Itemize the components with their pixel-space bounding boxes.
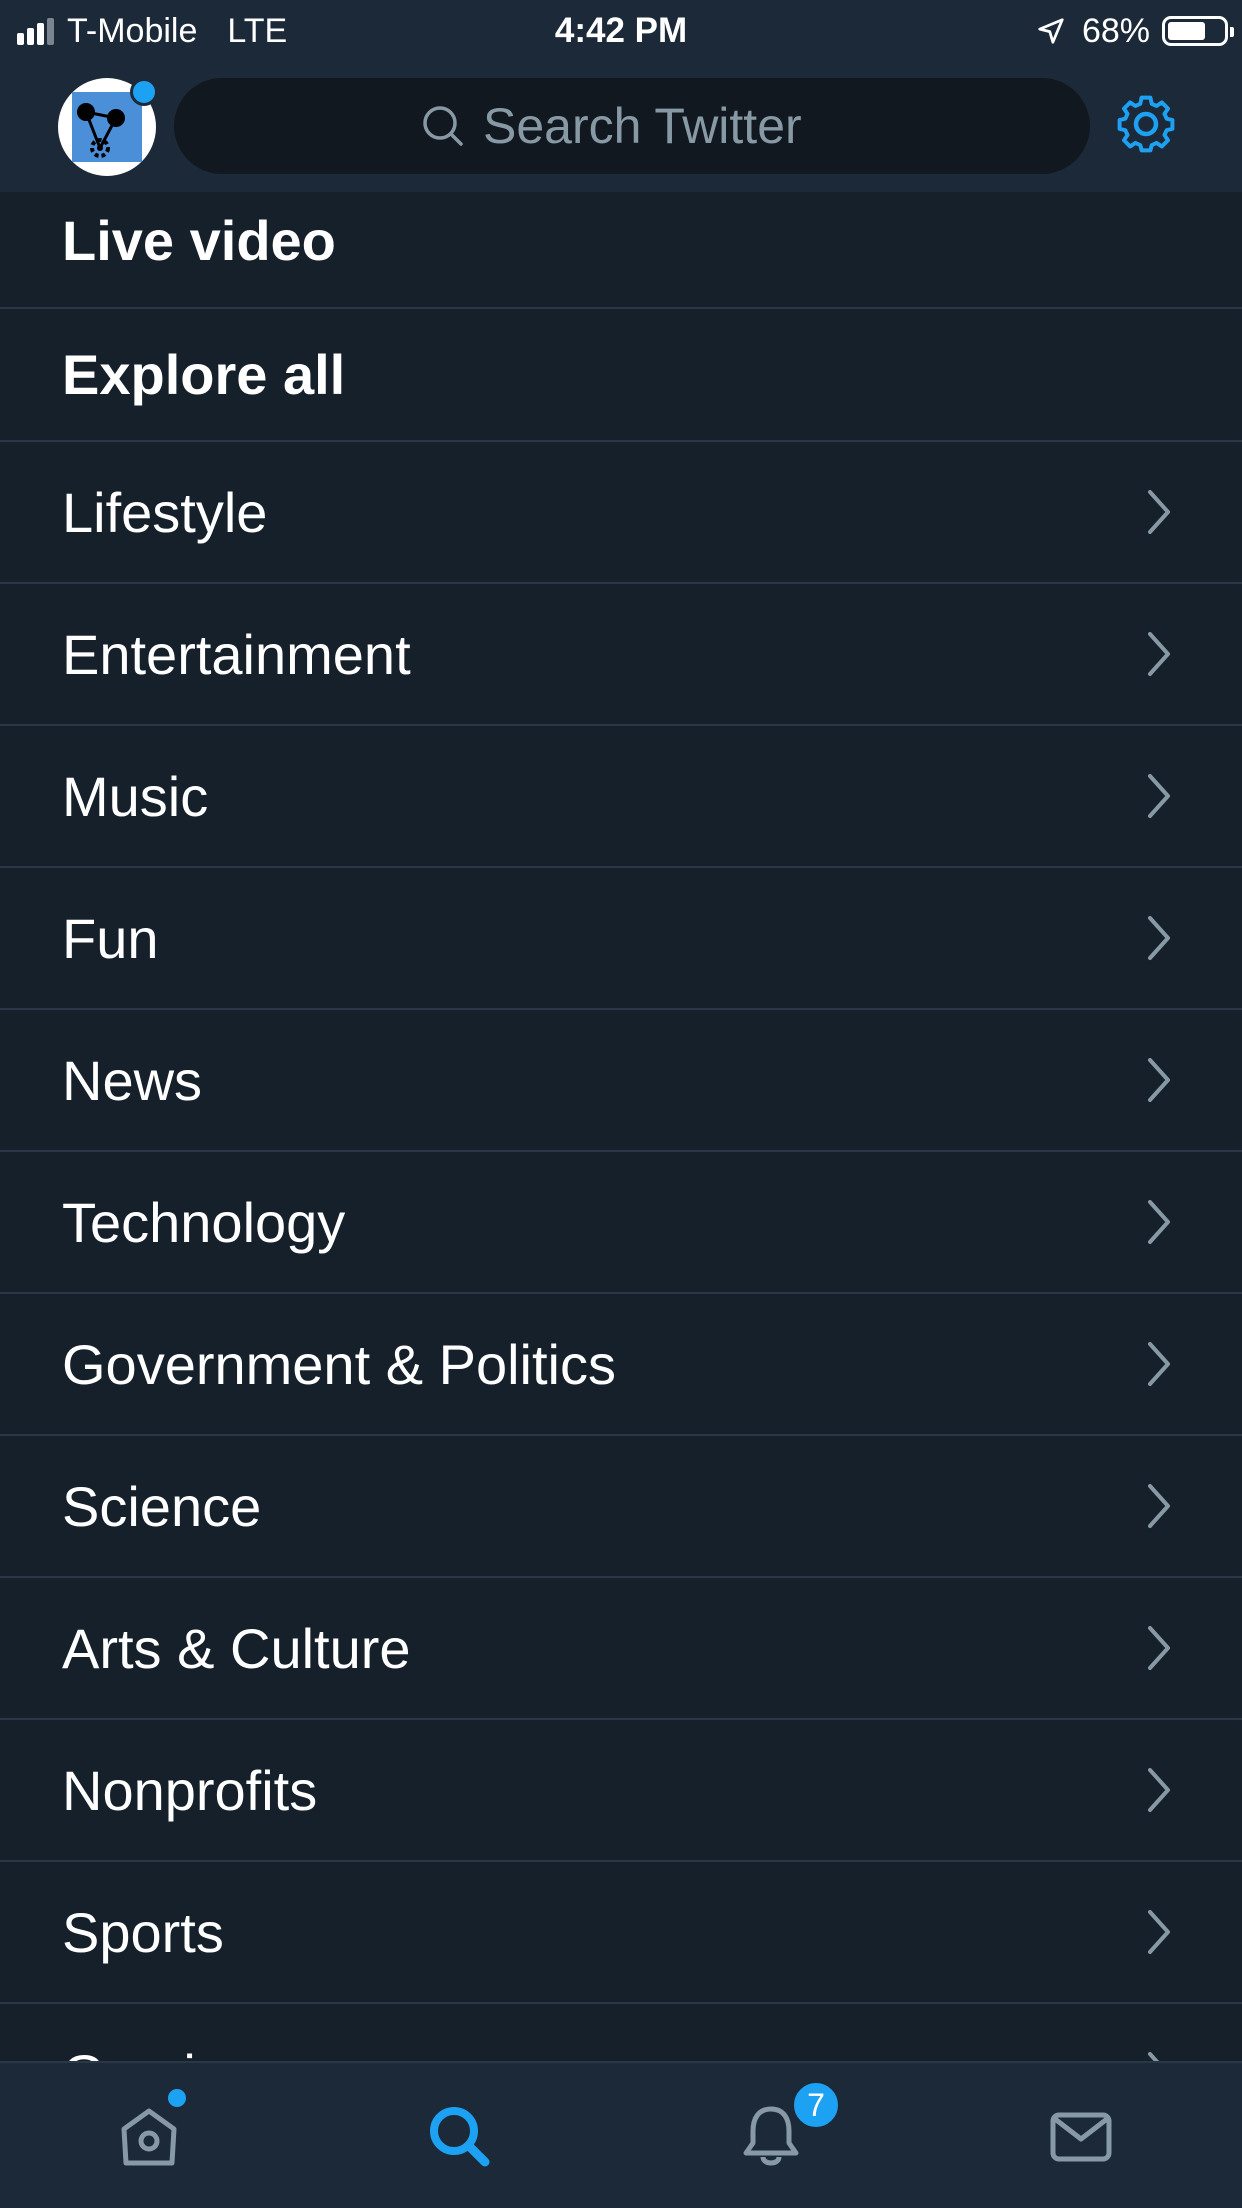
explore-list: Live video Explore all Lifestyle Entertai… [0, 192, 1242, 2146]
network-graph-icon [77, 103, 125, 158]
chevron-right-icon [1148, 490, 1170, 534]
category-label: Technology [62, 1190, 346, 1254]
tab-notifications[interactable]: 7 [738, 2079, 842, 2183]
search-icon [423, 106, 463, 146]
category-label: Sports [62, 1900, 224, 1964]
category-label: Music [62, 764, 209, 828]
category-list: Lifestyle Entertainment Music Fun News Techno… [0, 442, 1242, 2146]
live-video-heading[interactable]: Live video [0, 192, 1242, 309]
location-arrow-icon [1038, 18, 1064, 44]
category-row[interactable]: Lifestyle [0, 442, 1242, 584]
explore-header [0, 62, 1242, 192]
search-bar[interactable] [174, 78, 1090, 174]
battery-cap [1230, 27, 1234, 37]
category-row[interactable]: Arts & Culture [0, 1578, 1242, 1720]
category-row[interactable]: Entertainment [0, 584, 1242, 726]
category-row[interactable]: Government & Politics [0, 1294, 1242, 1436]
chevron-right-icon [1148, 1910, 1170, 1954]
category-row[interactable]: Nonprofits [0, 1720, 1242, 1862]
chevron-right-icon [1148, 1626, 1170, 1670]
category-row[interactable]: Music [0, 726, 1242, 868]
category-label: Science [62, 1474, 262, 1538]
explore-all-heading: Explore all [0, 309, 1242, 442]
notifications-count-badge: 7 [790, 2079, 842, 2131]
search-tab-icon [430, 2107, 490, 2167]
tab-search[interactable] [426, 2103, 506, 2183]
category-label: Entertainment [62, 622, 411, 686]
chevron-right-icon [1148, 632, 1170, 676]
battery-level-fill [1168, 22, 1205, 40]
chevron-right-icon [1148, 1342, 1170, 1386]
tab-home[interactable] [116, 2089, 196, 2183]
explore-screen: T-Mobile LTE 4:42 PM 68% Search Twitter … [0, 0, 1242, 2208]
category-label: Nonprofits [62, 1758, 318, 1822]
battery-icon [1162, 16, 1234, 46]
category-row[interactable]: Science [0, 1436, 1242, 1578]
category-row[interactable]: Fun [0, 868, 1242, 1010]
category-label: Arts & Culture [62, 1616, 411, 1680]
avatar-image [72, 92, 142, 162]
avatar-notification-dot [130, 78, 158, 106]
battery-percent: 68% [1081, 11, 1150, 50]
category-label: News [62, 1048, 203, 1112]
status-right: 68% [1036, 8, 1234, 54]
chevron-right-icon [1148, 774, 1170, 818]
status-bar: T-Mobile LTE 4:42 PM 68% [0, 0, 1242, 62]
category-label: Fun [62, 906, 159, 970]
chevron-right-icon [1148, 1768, 1170, 1812]
profile-avatar-button[interactable] [58, 78, 158, 176]
category-row[interactable]: Sports [0, 1862, 1242, 2004]
home-notification-dot [168, 2089, 186, 2107]
category-label: Government & Politics [62, 1332, 616, 1396]
category-row[interactable]: News [0, 1010, 1242, 1152]
category-row[interactable]: Technology [0, 1152, 1242, 1294]
chevron-right-icon [1148, 916, 1170, 960]
chevron-right-icon [1148, 1058, 1170, 1102]
envelope-icon [1050, 2112, 1112, 2162]
category-label: Lifestyle [62, 480, 268, 544]
home-icon [121, 2108, 177, 2166]
chevron-right-icon [1148, 1200, 1170, 1244]
tab-bar: 7 [0, 2061, 1242, 2208]
search-input[interactable] [483, 97, 843, 155]
chevron-right-icon [1148, 1484, 1170, 1528]
gear-icon[interactable] [1114, 92, 1178, 156]
tab-messages[interactable] [1048, 2103, 1128, 2183]
